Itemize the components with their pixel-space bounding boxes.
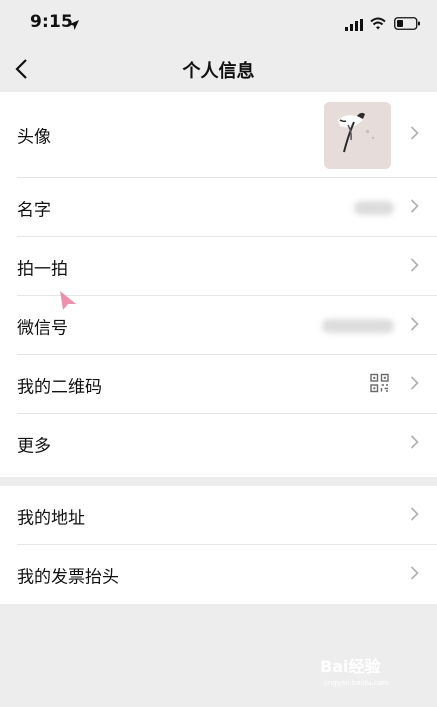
qr-code-icon <box>370 373 389 396</box>
chevron-right-icon <box>410 565 419 584</box>
watermark-brand: Bai经验 <box>320 657 381 676</box>
chevron-right-icon <box>410 434 419 453</box>
name-label: 名字 <box>17 200 51 220</box>
name-value-blurred <box>354 200 394 215</box>
watermark-sub: jingyan.baidu.com <box>323 679 389 687</box>
chevron-right-icon <box>410 198 419 217</box>
qr-code-label: 我的二维码 <box>17 377 102 397</box>
address-settings-group: 我的地址 我的发票抬头 <box>0 486 437 604</box>
status-time: 9:15 <box>30 12 74 32</box>
baidu-jingyan-watermark: Bai经验 jingyan.baidu.com <box>320 657 389 687</box>
more-row[interactable]: 更多 <box>0 414 437 473</box>
wechat-id-label: 微信号 <box>17 318 68 338</box>
address-row[interactable]: 我的地址 <box>0 486 437 545</box>
avatar[interactable] <box>324 102 391 169</box>
pat-label: 拍一拍 <box>17 259 68 279</box>
signal-icon <box>345 16 363 35</box>
chevron-right-icon <box>410 506 419 525</box>
qr-code-row[interactable]: 我的二维码 <box>0 355 437 414</box>
address-label: 我的地址 <box>17 508 85 528</box>
chevron-right-icon <box>410 375 419 394</box>
wechat-id-value-blurred <box>322 318 394 333</box>
location-arrow-icon <box>68 16 80 35</box>
status-bar: 9:15 <box>0 0 437 46</box>
chevron-right-icon <box>410 126 419 145</box>
wifi-icon <box>370 15 386 34</box>
battery-icon <box>394 15 421 34</box>
name-row[interactable]: 名字 <box>0 178 437 237</box>
avatar-row[interactable]: 头像 <box>0 92 437 178</box>
more-label: 更多 <box>17 436 51 456</box>
profile-settings-group: 头像 名字 拍一拍 微信号 我的二维码 更多 <box>0 92 437 477</box>
chevron-right-icon <box>410 257 419 276</box>
chevron-right-icon <box>410 316 419 335</box>
page-title: 个人信息 <box>182 61 255 82</box>
nav-bar: 个人信息 <box>0 46 437 92</box>
pat-row[interactable]: 拍一拍 <box>0 237 437 296</box>
cursor-icon <box>58 290 78 316</box>
invoice-title-row[interactable]: 我的发票抬头 <box>0 545 437 604</box>
invoice-title-label: 我的发票抬头 <box>17 567 119 587</box>
avatar-label: 头像 <box>17 127 51 148</box>
